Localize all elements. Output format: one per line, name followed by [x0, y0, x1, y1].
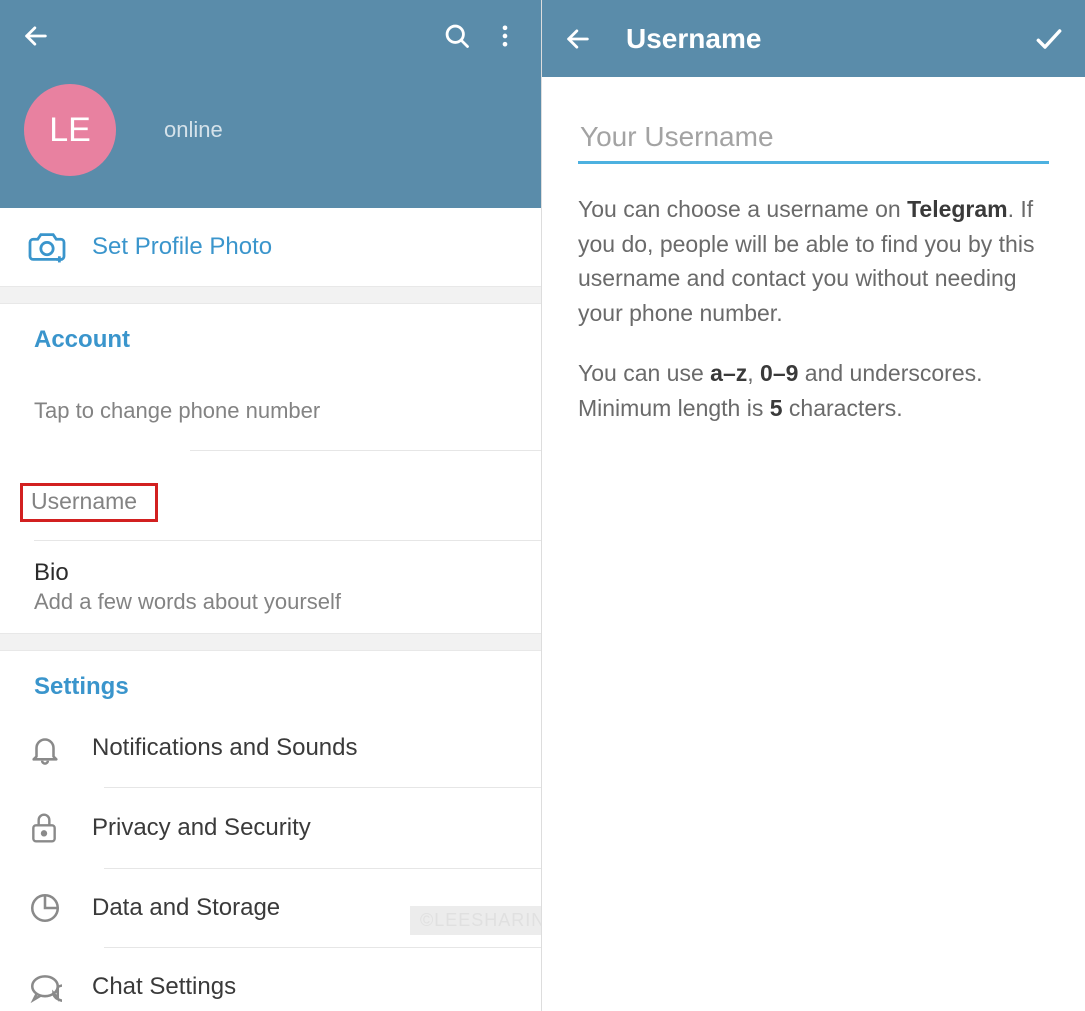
arrow-back-icon — [564, 25, 592, 53]
username-label: Username — [31, 488, 137, 514]
avatar[interactable]: LE — [24, 84, 116, 176]
toolbar — [0, 0, 541, 72]
settings-screen: LE online Set Profile Photo Account Tap … — [0, 0, 542, 1011]
set-profile-photo[interactable]: Set Profile Photo — [0, 208, 541, 286]
username-input[interactable] — [578, 113, 1049, 164]
bio-item[interactable]: Bio Add a few words about yourself — [0, 541, 541, 633]
divider — [0, 286, 541, 304]
camera-add-icon — [28, 230, 66, 264]
back-button[interactable] — [554, 15, 602, 63]
lock-icon — [28, 810, 60, 846]
settings-item-label: Chat Settings — [92, 973, 236, 1001]
pie-chart-icon — [28, 891, 62, 925]
settings-section-header: Settings — [0, 651, 541, 709]
search-button[interactable] — [433, 12, 481, 60]
settings-item-privacy[interactable]: Privacy and Security — [0, 788, 541, 868]
search-icon — [443, 22, 471, 50]
bio-hint: Add a few words about yourself — [34, 589, 507, 615]
account-section-header: Account — [0, 304, 541, 362]
bio-label: Bio — [34, 559, 507, 587]
highlight-annotation: Username — [20, 483, 158, 522]
divider — [0, 633, 541, 651]
settings-item-notifications[interactable]: Notifications and Sounds — [0, 709, 541, 787]
help-paragraph-1: You can choose a username on Telegram. I… — [578, 192, 1049, 330]
username-item[interactable]: Username — [0, 451, 541, 540]
phone-hint: Tap to change phone number — [34, 398, 507, 424]
more-vertical-icon — [491, 22, 519, 50]
settings-item-chat[interactable]: Chat Settings — [0, 948, 541, 1011]
phone-number-item[interactable]: Tap to change phone number — [0, 362, 541, 450]
toolbar: Username — [542, 0, 1085, 77]
profile-info: LE online — [0, 84, 541, 176]
settings-item-label: Privacy and Security — [92, 814, 311, 842]
chat-bubble-icon — [28, 970, 62, 1004]
check-icon — [1033, 23, 1065, 55]
profile-header: LE online — [0, 0, 541, 208]
avatar-initials: LE — [49, 111, 91, 150]
help-paragraph-2: You can use a–z, 0–9 and underscores. Mi… — [578, 356, 1049, 425]
page-title: Username — [626, 23, 1025, 55]
content: Set Profile Photo Account Tap to change … — [0, 208, 541, 1011]
bell-icon — [28, 731, 62, 765]
settings-item-label: Data and Storage — [92, 894, 280, 922]
set-profile-photo-label: Set Profile Photo — [92, 233, 272, 261]
confirm-button[interactable] — [1025, 15, 1073, 63]
more-button[interactable] — [481, 12, 529, 60]
back-button[interactable] — [12, 12, 60, 60]
settings-item-label: Notifications and Sounds — [92, 734, 358, 762]
username-edit-screen: Username You can choose a username on Te… — [542, 0, 1085, 1011]
watermark: ©LEESHARING — [410, 906, 542, 935]
arrow-back-icon — [22, 22, 50, 50]
status-text: online — [164, 117, 223, 143]
help-text: You can choose a username on Telegram. I… — [542, 164, 1085, 453]
input-area — [542, 77, 1085, 164]
